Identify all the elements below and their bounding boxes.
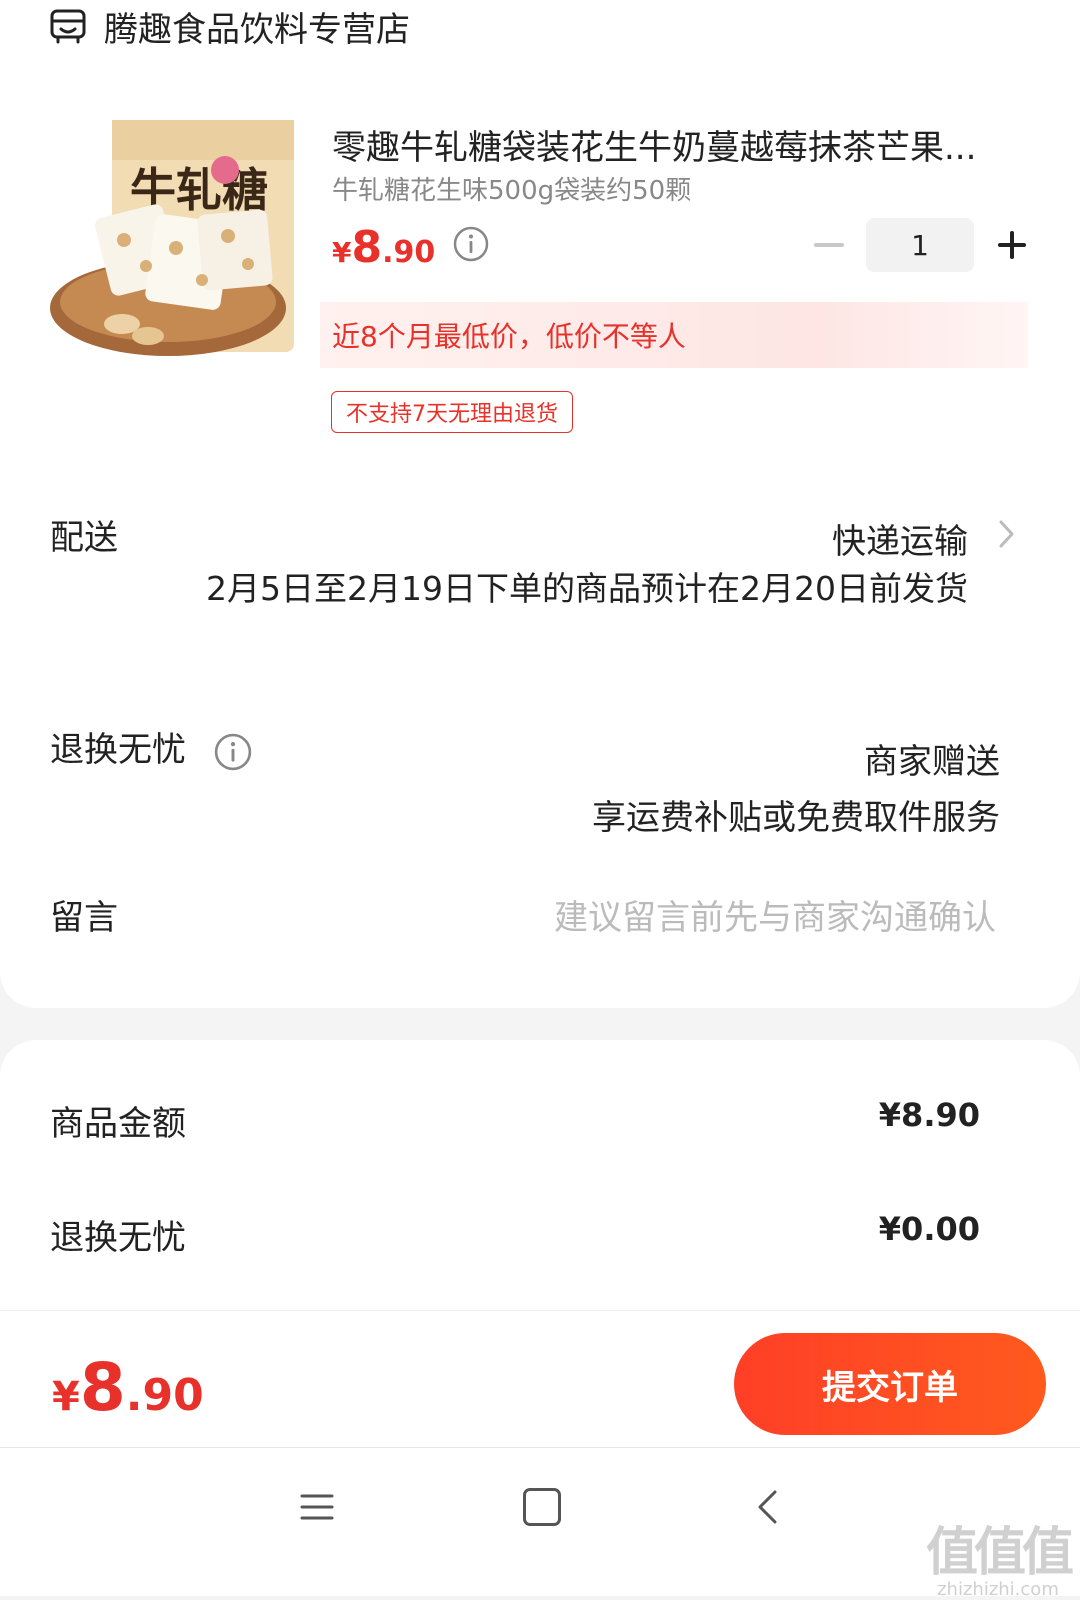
- price-summary-card: 商品金额 ¥8.90 退换无忧 ¥0.00: [0, 1040, 1080, 1340]
- price-symbol: ¥: [332, 236, 352, 269]
- product-spec[interactable]: 牛轧糖花生味500g袋装约50颗: [332, 170, 691, 207]
- menu-icon[interactable]: [300, 1490, 334, 1524]
- nougat-product-illustration: 牛轧糖: [50, 118, 300, 368]
- product-image[interactable]: 牛轧糖: [50, 118, 300, 368]
- checkout-bar: ¥ 8 .90 提交订单: [0, 1310, 1080, 1447]
- goods-amount-value: ¥8.90: [878, 1096, 980, 1134]
- delivery-note: 2月5日至2月19日下单的商品预计在2月20日前发货: [206, 569, 968, 608]
- quantity-stepper: 1: [810, 218, 1032, 272]
- total-symbol: ¥: [52, 1374, 80, 1420]
- worry-free-gift: 商家赠送: [864, 742, 1000, 782]
- watermark: 值值值 zhizhizhi.com: [925, 1510, 1074, 1600]
- info-icon[interactable]: [453, 226, 489, 262]
- order-card: 腾趣食品饮料专营店 牛轧糖 零趣牛轧糖袋装花生牛奶蔓越莓抹茶芒果... 牛轧糖花…: [0, 0, 1080, 1008]
- price-integer: 8: [351, 222, 383, 273]
- quantity-value[interactable]: 1: [866, 218, 974, 272]
- price-decimal: .90: [382, 235, 436, 270]
- product-title[interactable]: 零趣牛轧糖袋装花生牛奶蔓越莓抹茶芒果...: [332, 120, 1032, 169]
- return-policy-badge: 不支持7天无理由退货: [331, 391, 573, 433]
- message-input[interactable]: [436, 898, 996, 938]
- chevron-right-icon[interactable]: [996, 516, 1018, 552]
- store-icon: [50, 9, 86, 44]
- watermark-logo: 值值值: [925, 1523, 1074, 1583]
- shop-name: 腾趣食品饮料专营店: [104, 9, 410, 50]
- submit-order-button[interactable]: 提交订单: [734, 1333, 1046, 1435]
- goods-amount-label: 商品金额: [50, 1104, 186, 1144]
- shop-header[interactable]: 腾趣食品饮料专营店: [50, 0, 410, 52]
- product-price: ¥ 8 .90: [332, 222, 489, 273]
- home-icon[interactable]: [523, 1488, 561, 1526]
- increase-button[interactable]: [992, 219, 1032, 271]
- back-icon[interactable]: [755, 1488, 779, 1526]
- info-icon[interactable]: [214, 733, 252, 771]
- watermark-url: zhizhizhi.com: [937, 1579, 1059, 1600]
- system-nav-bar: [0, 1447, 1080, 1596]
- promo-text: 近8个月最低价，低价不等人: [332, 320, 686, 353]
- worry-free-description: 享运费补贴或免费取件服务: [592, 798, 1000, 838]
- message-label: 留言: [50, 898, 118, 938]
- worry-free-fee-label: 退换无忧: [50, 1218, 186, 1258]
- delivery-label: 配送: [50, 518, 118, 558]
- delivery-method[interactable]: 快递运输: [832, 514, 968, 563]
- total-integer: 8: [79, 1349, 126, 1426]
- worry-free-fee-value: ¥0.00: [878, 1210, 980, 1248]
- worry-free-label: 退换无忧: [50, 730, 186, 770]
- total-price: ¥ 8 .90: [52, 1349, 204, 1426]
- promo-banner: 近8个月最低价，低价不等人: [320, 302, 1028, 368]
- total-decimal: .90: [125, 1370, 204, 1421]
- decrease-button[interactable]: [810, 219, 848, 271]
